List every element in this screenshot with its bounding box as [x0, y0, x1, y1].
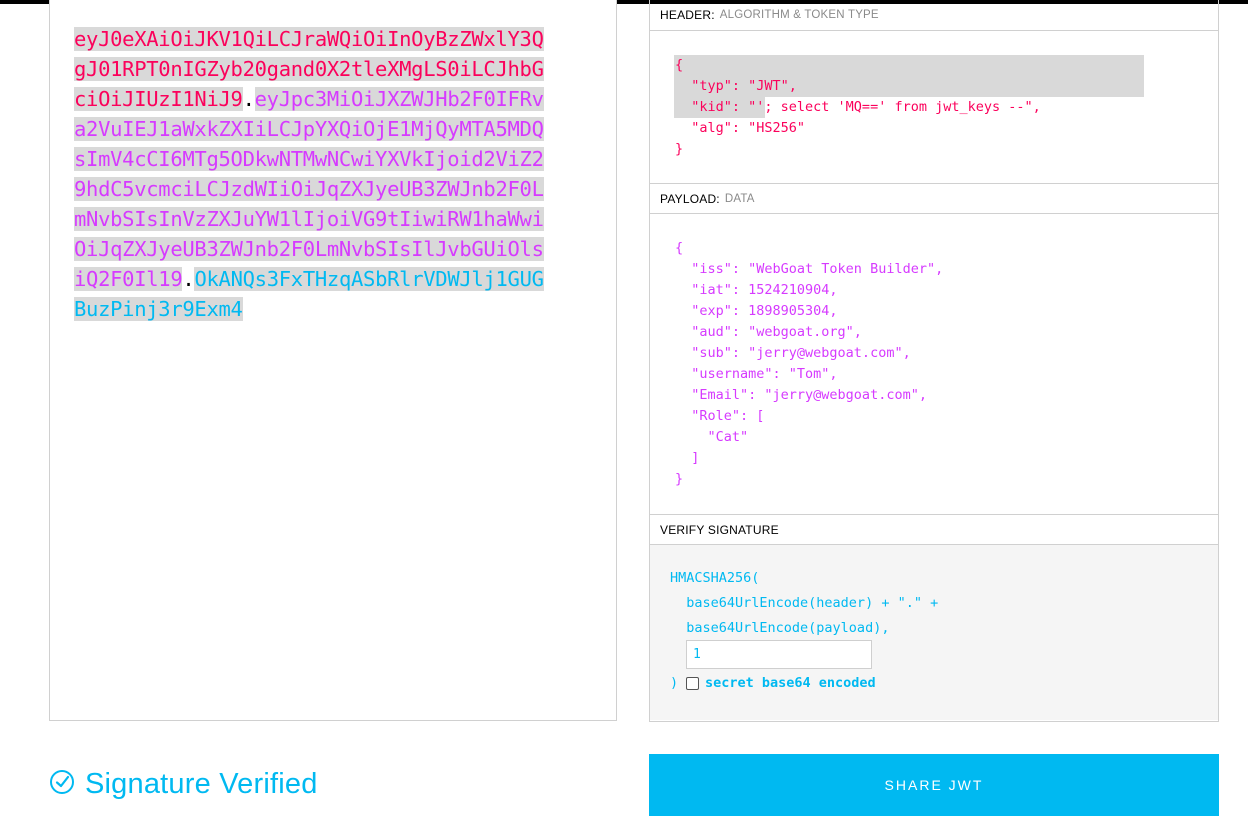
verify-body: HMACSHA256( base64UrlEncode(header) + ".…: [650, 545, 1218, 720]
check-circle-icon: [49, 769, 75, 800]
hmac-function: HMACSHA256(: [670, 570, 760, 586]
header-section: HEADER: ALGORITHM & TOKEN TYPE { "typ": …: [650, 0, 1218, 184]
payload-label: PAYLOAD:: [660, 191, 720, 206]
encoded-token-text[interactable]: eyJ0eXAiOiJKV1QiLCJraWQiOiInOyBzZWxlY3Qg…: [74, 24, 549, 324]
header-sublabel: ALGORITHM & TOKEN TYPE: [719, 9, 879, 21]
verify-label: VERIFY SIGNATURE: [660, 522, 779, 537]
base64-encoded-label[interactable]: secret base64 encoded: [705, 675, 876, 691]
hmac-payload-arg: base64UrlEncode(payload),: [670, 620, 890, 636]
signature-verified-text: Signature Verified: [85, 767, 318, 800]
signature-status: Signature Verified: [49, 764, 318, 804]
header-label: HEADER:: [660, 8, 715, 22]
encoded-token-panel[interactable]: eyJ0eXAiOiJKV1QiLCJraWQiOiInOyBzZWxlY3Qg…: [49, 0, 617, 721]
payload-json[interactable]: { "iss": "WebGoat Token Builder", "iat":…: [675, 238, 943, 490]
token-separator-dot: .: [242, 87, 255, 111]
share-jwt-button[interactable]: SHARE JWT: [649, 754, 1219, 816]
verify-section: VERIFY SIGNATURE HMACSHA256( base64UrlEn…: [650, 515, 1218, 720]
decoded-panel: HEADER: ALGORITHM & TOKEN TYPE { "typ": …: [649, 0, 1219, 722]
hmac-close-paren: ): [670, 675, 679, 691]
payload-section-title: PAYLOAD: DATA: [650, 184, 1218, 214]
verify-section-title: VERIFY SIGNATURE: [650, 515, 1218, 545]
header-section-title: HEADER: ALGORITHM & TOKEN TYPE: [650, 0, 1218, 31]
payload-json-editor[interactable]: { "iss": "WebGoat Token Builder", "iat":…: [650, 214, 1218, 515]
encoded-payload: eyJpc3MiOiJXZWJHb2F0IFRva2VuIEJ1aWxkZXIi…: [74, 87, 544, 291]
base64-encoded-checkbox[interactable]: [686, 677, 699, 690]
header-json[interactable]: { "typ": "JWT", "kid": "'; select 'MQ=='…: [675, 55, 1041, 160]
hmac-header-arg: base64UrlEncode(header) + "." +: [670, 595, 939, 611]
payload-section: PAYLOAD: DATA { "iss": "WebGoat Token Bu…: [650, 184, 1218, 515]
token-separator-dot: .: [182, 267, 195, 291]
payload-sublabel: DATA: [724, 192, 755, 205]
header-json-editor[interactable]: { "typ": "JWT", "kid": "'; select 'MQ=='…: [650, 31, 1218, 184]
secret-input[interactable]: 1: [686, 640, 872, 669]
